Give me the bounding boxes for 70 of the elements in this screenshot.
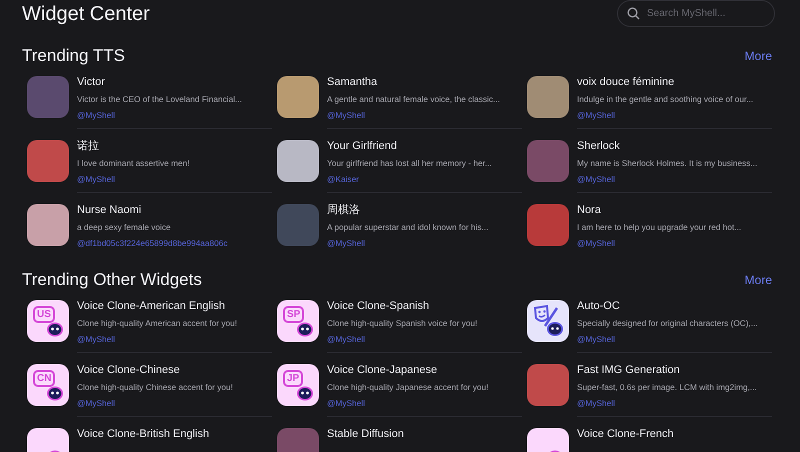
- avatar-photo-placeholder: [27, 204, 69, 246]
- widget-name[interactable]: 周棋洛: [327, 204, 522, 217]
- widget-name[interactable]: Fast IMG Generation: [577, 364, 772, 377]
- search-icon: [627, 6, 640, 20]
- page-title: Widget Center: [22, 2, 150, 26]
- avatar-photo-placeholder: [527, 364, 569, 406]
- avatar-photo-placeholder: [527, 140, 569, 182]
- author-link[interactable]: @MyShell: [327, 398, 365, 409]
- avatar-photo-placeholder: [27, 140, 69, 182]
- widget-description: I love dominant assertive men!: [77, 158, 191, 169]
- widget-description: Clone high-quality Japanese accent for you!: [327, 382, 490, 393]
- widget-description: I am here to help you upgrade your red hot...: [577, 222, 742, 233]
- widget-name[interactable]: Your Girlfriend: [327, 140, 522, 153]
- avatar-photo-placeholder: [527, 204, 569, 246]
- robot-icon: [296, 385, 314, 401]
- section-title: Trending TTS: [22, 46, 125, 66]
- author-link[interactable]: @MyShell: [77, 110, 115, 121]
- widget-name[interactable]: Sherlock: [577, 140, 772, 153]
- avatar-photo-placeholder: [277, 140, 319, 182]
- avatar-photo-placeholder: [277, 76, 319, 118]
- author-link[interactable]: @MyShell: [327, 110, 365, 121]
- widget-name[interactable]: Voice Clone-British English: [77, 428, 272, 441]
- author-link[interactable]: @MyShell: [577, 110, 615, 121]
- widget-name[interactable]: Voice Clone-Spanish: [327, 300, 522, 313]
- widget-name[interactable]: Voice Clone-French: [577, 428, 772, 441]
- avatar-photo-placeholder: [27, 76, 69, 118]
- widget-description: Clone high-quality American accent for you!: [77, 318, 238, 329]
- widget-name[interactable]: Nora: [577, 204, 772, 217]
- search-field[interactable]: Search MyShell...: [617, 0, 775, 26]
- logo-badge: JP: [283, 370, 304, 387]
- widget-description: Clone high-quality Chinese accent for you!: [77, 382, 234, 393]
- author-link[interactable]: @MyShell: [77, 174, 115, 185]
- author-link[interactable]: @MyShell: [327, 238, 365, 249]
- author-link[interactable]: @MyShell: [77, 334, 115, 345]
- widget-description: Specially designed for original characters (OC),...: [577, 318, 759, 329]
- author-link[interactable]: @MyShell: [577, 174, 615, 185]
- author-link[interactable]: @MyShell: [77, 398, 115, 409]
- widget-name[interactable]: 诺拉: [77, 140, 272, 153]
- widget-name[interactable]: Voice Clone-Chinese: [77, 364, 272, 377]
- widget-name[interactable]: voix douce féminine: [577, 76, 772, 89]
- widget-description: Victor is the CEO of the Loveland Financial...: [77, 94, 243, 105]
- widget-description: Clone high-quality Spanish voice for you!: [327, 318, 478, 329]
- widget-name[interactable]: Victor: [77, 76, 272, 89]
- widget-name[interactable]: Auto-OC: [577, 300, 772, 313]
- widget-description: My name is Sherlock Holmes. It is my business...: [577, 158, 758, 169]
- section-title: Trending Other Widgets: [22, 270, 202, 290]
- widget-name[interactable]: Samantha: [327, 76, 522, 89]
- author-link[interactable]: @MyShell: [577, 238, 615, 249]
- robot-icon: [46, 385, 64, 401]
- widget-description: Super-fast, 0.6s per image. LCM with img2img,...: [577, 382, 758, 393]
- widget-name[interactable]: Nurse Naomi: [77, 204, 272, 217]
- author-link[interactable]: @MyShell: [577, 334, 615, 345]
- author-link[interactable]: @MyShell: [577, 398, 615, 409]
- mask-robot-icon: [531, 304, 565, 338]
- widget-description: a deep sexy female voice: [77, 222, 172, 233]
- author-link[interactable]: @MyShell: [327, 334, 365, 345]
- avatar-photo-placeholder: [277, 204, 319, 246]
- widget-description: A gentle and natural female voice, the classic...: [327, 94, 501, 105]
- widget-description: Your girlfriend has lost all her memory - her...: [327, 158, 493, 169]
- avatar-photo-placeholder: [527, 76, 569, 118]
- widget-description: Indulge in the gentle and soothing voice of our...: [577, 94, 754, 105]
- widget-name[interactable]: Stable Diffusion: [327, 428, 522, 441]
- more-link[interactable]: More: [744, 49, 772, 63]
- robot-icon: [46, 321, 64, 337]
- widget-description: A popular superstar and idol known for his...: [327, 222, 490, 233]
- widget-name[interactable]: Voice Clone-American English: [77, 300, 272, 313]
- author-link[interactable]: @Kaiser: [327, 174, 359, 185]
- widget-name[interactable]: Voice Clone-Japanese: [327, 364, 522, 377]
- robot-icon: [296, 321, 314, 337]
- more-link[interactable]: More: [744, 273, 772, 287]
